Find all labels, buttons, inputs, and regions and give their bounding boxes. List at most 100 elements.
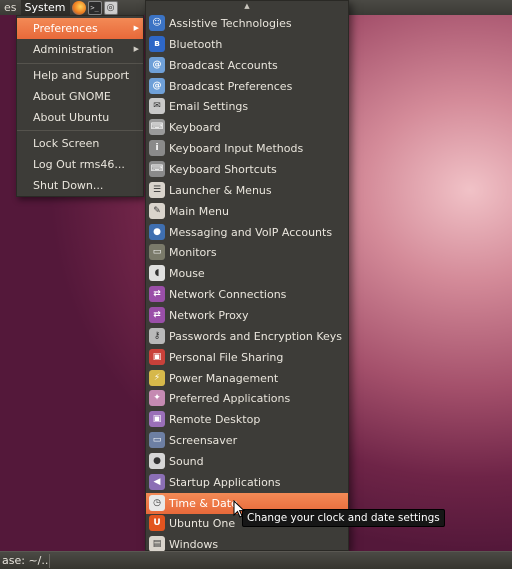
pref-item-label: Messaging and VoIP Accounts (169, 225, 333, 239)
panel-menu-es[interactable]: es (0, 0, 21, 15)
pref-item-startup-applications[interactable]: ◀ Startup Applications (146, 472, 348, 493)
firefox-icon[interactable] (71, 0, 86, 15)
pref-item-broadcast-accounts[interactable]: @ Broadcast Accounts (146, 55, 348, 76)
pref-item-remote-desktop[interactable]: ▣ Remote Desktop (146, 409, 348, 430)
system-item-label: Log Out rms46... (33, 158, 125, 171)
main-menu-icon: ✎ (149, 202, 165, 219)
system-item-about-gnome[interactable]: About GNOME (17, 86, 143, 107)
pref-item-label: Bluetooth (169, 37, 223, 51)
pref-item-label: Keyboard (169, 121, 221, 135)
pref-item-label: Time & Date (169, 496, 238, 510)
scroll-up-arrow-icon[interactable]: ▲ (146, 1, 348, 11)
system-item-administration[interactable]: Administration ▶ (17, 39, 143, 60)
pref-item-monitors[interactable]: ▭ Monitors (146, 242, 348, 263)
pref-item-label: Network Proxy (169, 308, 249, 322)
pref-item-label: Remote Desktop (169, 413, 261, 427)
monitor-icon: ▭ (149, 244, 165, 261)
broadcast-preferences-icon: @ (149, 77, 165, 94)
system-item-label: Help and Support (33, 69, 130, 82)
pref-item-mouse[interactable]: ◖ Mouse (146, 263, 348, 284)
screenshot-icon[interactable]: ◎ (103, 0, 118, 15)
pref-item-label: Windows (169, 538, 219, 552)
pref-item-label: Mouse (169, 267, 205, 281)
broadcast-accounts-icon: @ (149, 56, 165, 73)
pref-item-keyboard-input-methods[interactable]: i Keyboard Input Methods (146, 138, 348, 159)
pref-item-personal-file-sharing[interactable]: ▣ Personal File Sharing (146, 347, 348, 368)
ubuntu-one-icon: U (149, 515, 165, 532)
system-menu: Preferences ▶ Administration ▶ Help and … (16, 15, 144, 197)
menu-separator (17, 63, 143, 64)
system-item-label: Administration (33, 43, 114, 56)
pref-item-passwords-and-encryption-keys[interactable]: ⚷ Passwords and Encryption Keys (146, 326, 348, 347)
file-sharing-icon: ▣ (149, 348, 165, 365)
pref-item-label: Monitors (169, 246, 217, 260)
pref-item-label: Ubuntu One (169, 517, 236, 531)
pref-item-keyboard[interactable]: ⌨ Keyboard (146, 117, 348, 138)
pref-item-label: Preferred Applications (169, 392, 291, 406)
messaging-icon: ● (149, 223, 165, 240)
pref-item-label: Power Management (169, 371, 279, 385)
pref-item-label: Broadcast Preferences (169, 79, 293, 93)
preferred-apps-icon: ✦ (149, 390, 165, 407)
submenu-arrow-icon: ▶ (133, 24, 139, 32)
taskbar-window-button[interactable]: ase: ~/... (0, 554, 50, 568)
tooltip: Change your clock and date settings (242, 509, 445, 527)
system-item-log-out[interactable]: Log Out rms46... (17, 154, 143, 175)
system-item-label: Lock Screen (33, 137, 100, 150)
pref-item-label: Sound (169, 454, 204, 468)
system-menu-button[interactable]: System (20, 0, 70, 15)
pref-item-label: Network Connections (169, 288, 287, 302)
pref-item-label: Main Menu (169, 204, 229, 218)
pref-item-keyboard-shortcuts[interactable]: ⌨ Keyboard Shortcuts (146, 159, 348, 180)
windows-icon: ▤ (149, 536, 165, 553)
pref-item-assistive-technologies[interactable]: ☺ Assistive Technologies (146, 13, 348, 34)
system-item-label: About GNOME (33, 90, 111, 103)
pref-item-preferred-applications[interactable]: ✦ Preferred Applications (146, 388, 348, 409)
pref-item-label: Passwords and Encryption Keys (169, 329, 343, 343)
launcher-menus-icon: ☰ (149, 181, 165, 198)
system-item-shut-down[interactable]: Shut Down... (17, 175, 143, 196)
pref-item-label: Personal File Sharing (169, 350, 284, 364)
menu-separator (17, 130, 143, 131)
time-date-icon: ◷ (149, 494, 165, 511)
pref-item-network-connections[interactable]: ⇄ Network Connections (146, 284, 348, 305)
pref-item-power-management[interactable]: ⚡ Power Management (146, 368, 348, 389)
system-item-about-ubuntu[interactable]: About Ubuntu (17, 107, 143, 128)
network-proxy-icon: ⇄ (149, 306, 165, 323)
pref-item-label: Keyboard Input Methods (169, 142, 304, 156)
pref-item-broadcast-preferences[interactable]: @ Broadcast Preferences (146, 76, 348, 97)
keyboard-shortcuts-icon: ⌨ (149, 161, 165, 177)
network-connections-icon: ⇄ (149, 286, 165, 303)
preferences-submenu: ▲ ☺ Assistive Technologies ʙ Bluetooth @ Broa… (145, 0, 349, 553)
submenu-arrow-icon: ▶ (133, 45, 139, 53)
mouse-icon: ◖ (149, 265, 165, 282)
pref-item-email-settings[interactable]: ✉ Email Settings (146, 96, 348, 117)
pref-item-network-proxy[interactable]: ⇄ Network Proxy (146, 305, 348, 326)
pref-item-messaging-and-voip-accounts[interactable]: ● Messaging and VoIP Accounts (146, 222, 348, 243)
system-item-label: Preferences (33, 22, 98, 35)
pref-item-label: Assistive Technologies (169, 17, 292, 30)
accessibility-icon: ☺ (149, 15, 165, 31)
bottom-panel: ase: ~/... (0, 551, 512, 569)
pref-item-main-menu[interactable]: ✎ Main Menu (146, 201, 348, 222)
pref-item-label: Broadcast Accounts (169, 58, 278, 72)
system-item-help-support[interactable]: Help and Support (17, 65, 143, 86)
bluetooth-icon: ʙ (149, 35, 165, 52)
pref-item-screensaver[interactable]: ▭ Screensaver (146, 430, 348, 451)
system-item-label: About Ubuntu (33, 111, 110, 124)
startup-icon: ◀ (149, 473, 165, 490)
pref-item-sound[interactable]: ● Sound (146, 451, 348, 472)
pref-item-launcher-menus[interactable]: ☰ Launcher & Menus (146, 180, 348, 201)
terminal-icon[interactable]: >_ (87, 0, 102, 15)
pref-item-label: Startup Applications (169, 475, 281, 489)
remote-desktop-icon: ▣ (149, 411, 165, 428)
screensaver-icon: ▭ (149, 432, 165, 448)
pref-item-bluetooth[interactable]: ʙ Bluetooth (146, 34, 348, 55)
input-methods-icon: i (149, 140, 165, 157)
system-item-preferences[interactable]: Preferences ▶ (17, 18, 143, 39)
system-item-lock-screen[interactable]: Lock Screen (17, 133, 143, 154)
sound-icon: ● (149, 452, 165, 469)
mouse-cursor-icon (233, 500, 245, 518)
key-icon: ⚷ (149, 327, 165, 344)
pref-item-label: Keyboard Shortcuts (169, 163, 277, 176)
